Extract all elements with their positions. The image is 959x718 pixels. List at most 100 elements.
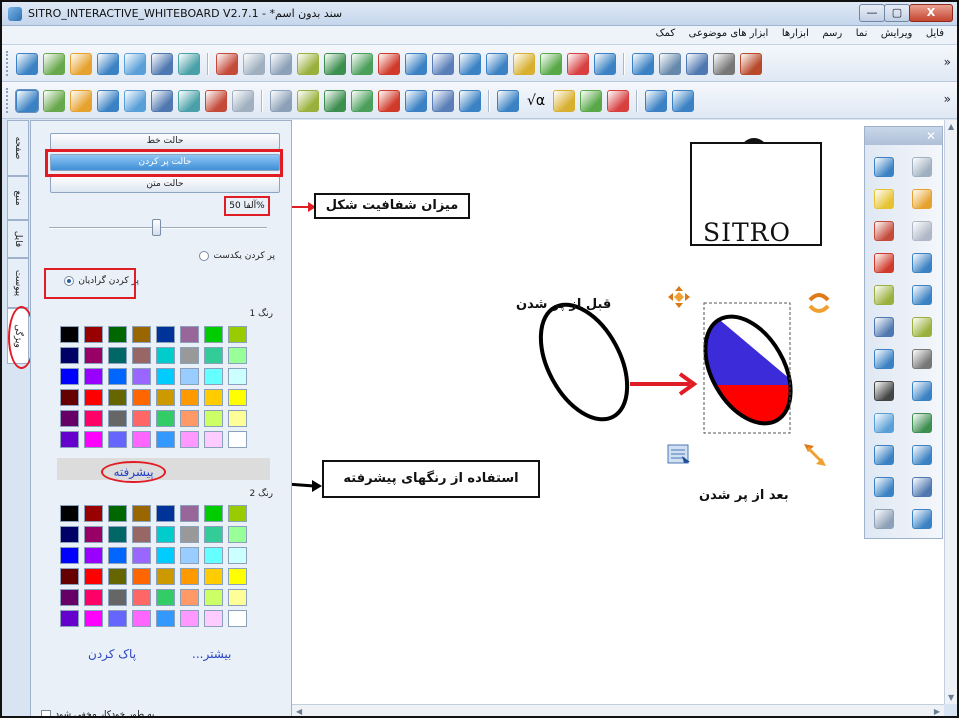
select-arrow-icon[interactable] bbox=[15, 88, 39, 113]
color2-swatch[interactable] bbox=[204, 547, 223, 564]
redo-icon[interactable] bbox=[243, 52, 265, 75]
eraser-icon[interactable] bbox=[205, 89, 227, 112]
zoom-in-icon[interactable] bbox=[459, 52, 481, 75]
menu-draw[interactable]: رسم bbox=[817, 26, 847, 41]
scroll-down-icon[interactable]: ▼ bbox=[948, 693, 954, 702]
highlighter-icon[interactable] bbox=[874, 221, 894, 241]
palette-close-icon[interactable]: ✕ bbox=[926, 129, 936, 143]
delete-icon[interactable] bbox=[378, 52, 400, 75]
select-icon[interactable] bbox=[874, 189, 894, 209]
camera-icon[interactable] bbox=[713, 52, 735, 75]
solid-fill-radio[interactable] bbox=[199, 251, 210, 261]
marker-icon[interactable] bbox=[874, 253, 894, 273]
line-mode-button[interactable]: حالت خط bbox=[50, 133, 280, 150]
color2-swatch[interactable] bbox=[60, 505, 79, 522]
color2-swatch[interactable] bbox=[60, 568, 79, 585]
color1-swatch[interactable] bbox=[84, 347, 103, 364]
computer-icon[interactable] bbox=[912, 413, 932, 433]
more-link[interactable]: ...بیشتر bbox=[192, 647, 231, 661]
color2-swatch[interactable] bbox=[228, 505, 247, 522]
color1-swatch[interactable] bbox=[132, 368, 151, 385]
color1-swatch[interactable] bbox=[204, 347, 223, 364]
color1-swatch[interactable] bbox=[60, 326, 79, 343]
email-icon[interactable] bbox=[151, 52, 173, 75]
scroll-up-icon[interactable]: ▲ bbox=[948, 122, 954, 131]
shapes-icon[interactable] bbox=[912, 445, 932, 465]
color2-swatch[interactable] bbox=[132, 526, 151, 543]
line-pen-icon[interactable] bbox=[232, 89, 254, 112]
screen-icon[interactable] bbox=[912, 381, 932, 401]
video-camera-icon[interactable] bbox=[912, 349, 932, 369]
color2-swatch[interactable] bbox=[156, 610, 175, 627]
color2-swatch[interactable] bbox=[84, 568, 103, 585]
color2-swatch[interactable] bbox=[180, 568, 199, 585]
open-page-icon[interactable] bbox=[43, 52, 65, 75]
webcam-icon[interactable] bbox=[912, 477, 932, 497]
color2-swatch[interactable] bbox=[84, 610, 103, 627]
color2-swatch[interactable] bbox=[84, 505, 103, 522]
color1-swatch[interactable] bbox=[180, 368, 199, 385]
color2-swatch[interactable] bbox=[156, 505, 175, 522]
compass-icon[interactable] bbox=[324, 89, 346, 112]
color1-swatch[interactable] bbox=[156, 347, 175, 364]
color1-swatch[interactable] bbox=[156, 368, 175, 385]
math-icon[interactable] bbox=[459, 89, 481, 112]
color1-swatch[interactable] bbox=[84, 326, 103, 343]
toolbar-overflow-button[interactable]: » bbox=[944, 55, 951, 69]
marker-icon[interactable] bbox=[740, 52, 762, 75]
rectangle-icon[interactable] bbox=[874, 317, 894, 337]
color1-swatch[interactable] bbox=[156, 389, 175, 406]
pencil-icon[interactable] bbox=[351, 89, 373, 112]
export-icon[interactable] bbox=[178, 52, 200, 75]
color2-swatch[interactable] bbox=[156, 547, 175, 564]
color2-swatch[interactable] bbox=[180, 526, 199, 543]
undo-icon[interactable] bbox=[874, 157, 894, 177]
menu-view[interactable]: نما bbox=[851, 26, 873, 41]
display-icon[interactable] bbox=[632, 52, 654, 75]
paste-icon[interactable] bbox=[324, 52, 346, 75]
color1-swatch[interactable] bbox=[180, 326, 199, 343]
color2-swatch[interactable] bbox=[228, 568, 247, 585]
menu-edit[interactable]: ویرایش bbox=[876, 26, 917, 41]
bring-front-icon[interactable] bbox=[513, 52, 535, 75]
pen-icon[interactable] bbox=[43, 89, 65, 112]
color2-swatch[interactable] bbox=[228, 526, 247, 543]
shape-fill-icon[interactable] bbox=[874, 285, 894, 305]
color2-swatch[interactable] bbox=[84, 526, 103, 543]
color1-swatch[interactable] bbox=[60, 368, 79, 385]
eraser-green-icon[interactable] bbox=[912, 317, 932, 337]
color1-swatch[interactable] bbox=[108, 410, 127, 427]
copy-icon[interactable] bbox=[297, 52, 319, 75]
rotate-handle-icon[interactable] bbox=[808, 293, 830, 313]
color2-swatch[interactable] bbox=[228, 610, 247, 627]
advanced-colors-link[interactable]: پیشرفته bbox=[101, 461, 166, 483]
page-icon[interactable] bbox=[874, 509, 894, 529]
text-mode-button[interactable]: حالت متن bbox=[50, 176, 280, 193]
protractor-icon[interactable] bbox=[297, 89, 319, 112]
chart-icon[interactable] bbox=[580, 89, 603, 112]
toolbar-overflow-button[interactable]: » bbox=[944, 92, 951, 106]
autohide-option[interactable]: به طور خودکار مخفی شود bbox=[41, 710, 154, 716]
color1-swatch[interactable] bbox=[228, 368, 247, 385]
marker-blue-icon[interactable] bbox=[912, 253, 932, 273]
color1-swatch[interactable] bbox=[132, 389, 151, 406]
color1-swatch[interactable] bbox=[60, 389, 79, 406]
color2-swatch[interactable] bbox=[84, 547, 103, 564]
color1-swatch[interactable] bbox=[132, 347, 151, 364]
ruler-icon[interactable] bbox=[378, 89, 400, 112]
brush-icon[interactable] bbox=[124, 89, 146, 112]
color2-swatch[interactable] bbox=[132, 610, 151, 627]
tab-file[interactable]: فایل bbox=[7, 220, 29, 258]
color1-swatch[interactable] bbox=[228, 326, 247, 343]
color1-swatch[interactable] bbox=[60, 431, 79, 448]
marker-green-icon[interactable] bbox=[151, 89, 173, 112]
pen-icon[interactable] bbox=[912, 189, 932, 209]
color2-swatch[interactable] bbox=[180, 547, 199, 564]
compass-draw-icon[interactable] bbox=[405, 89, 427, 112]
color2-swatch[interactable] bbox=[180, 505, 199, 522]
crop-icon[interactable] bbox=[432, 52, 454, 75]
color1-swatch[interactable] bbox=[180, 389, 199, 406]
settings-icon[interactable] bbox=[912, 509, 932, 529]
display-icon[interactable] bbox=[874, 477, 894, 497]
math-symbol-button[interactable]: √α bbox=[524, 93, 548, 109]
